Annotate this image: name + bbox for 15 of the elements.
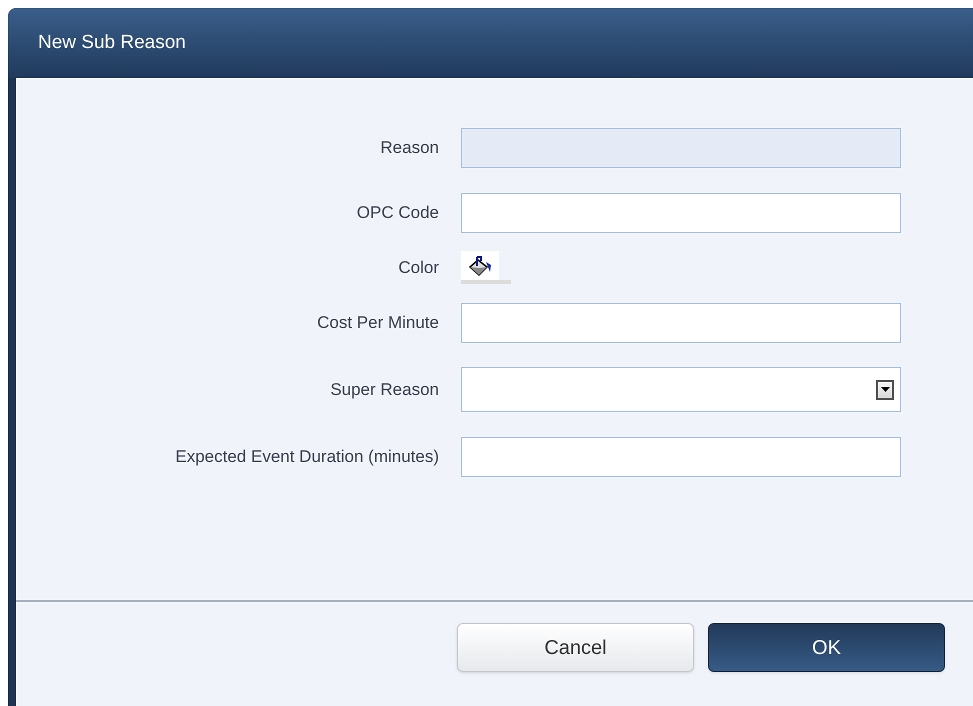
field-label: Cost Per Minute <box>317 312 439 334</box>
paint-bucket-icon <box>467 254 493 278</box>
field-label: Color <box>398 256 439 279</box>
dropdown-field[interactable] <box>461 367 901 412</box>
input-field[interactable] <box>461 302 901 342</box>
field-label: Super Reason <box>330 378 439 401</box>
field-label: OPC Code <box>356 202 439 224</box>
color-picker[interactable] <box>461 251 511 284</box>
cancel-button[interactable]: Cancel <box>457 623 694 672</box>
field-label: Expected Event Duration (minutes) <box>175 446 439 468</box>
field-label: Reason <box>380 136 439 159</box>
input-field[interactable] <box>461 436 901 476</box>
input-field[interactable] <box>461 192 901 232</box>
ok-button[interactable]: OK <box>708 623 945 672</box>
window-title: New Sub Reason <box>38 30 186 55</box>
